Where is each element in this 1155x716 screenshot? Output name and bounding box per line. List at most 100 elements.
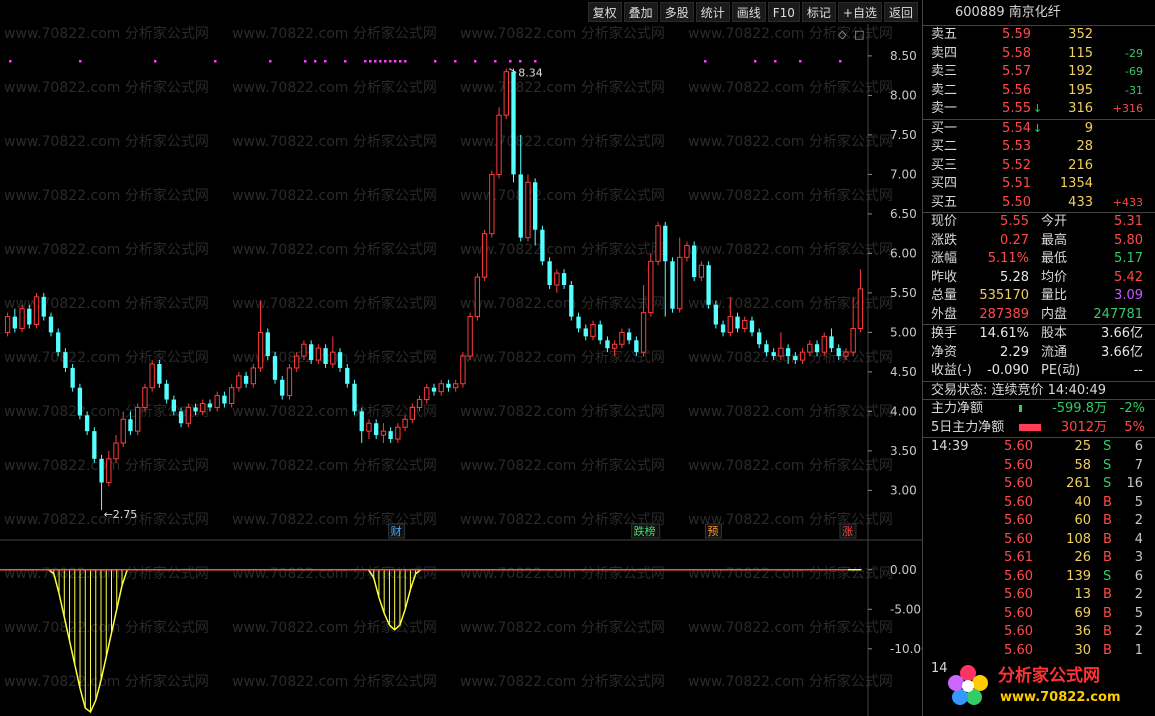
price-tick-label: 6.00 xyxy=(890,246,917,260)
candle-body xyxy=(583,328,588,337)
event-tag[interactable]: 财 xyxy=(391,524,402,538)
event-tag[interactable]: 预 xyxy=(707,525,718,538)
tick-volume: 26 xyxy=(1074,550,1091,565)
candle-body xyxy=(4,316,11,333)
diamond-icon[interactable]: ◇ xyxy=(838,28,847,41)
asks-level[interactable]: 卖一 5.55 ↓ 316 +316 xyxy=(923,100,1155,119)
tick-price: 5.60 xyxy=(1004,624,1033,639)
bids-level[interactable]: 买一 5.54 ↓ 9 xyxy=(923,120,1155,139)
toolbar-button-1[interactable]: 叠加 xyxy=(623,2,658,22)
bids-level[interactable]: 买四 5.51 1354 xyxy=(923,175,1155,194)
watermark-text: www.70822.com 分析家公式网 xyxy=(688,79,893,96)
candle-body xyxy=(164,383,169,400)
candle-body xyxy=(742,320,748,329)
candle xyxy=(677,237,683,313)
stock-title: 600889 南京化纤 xyxy=(923,0,1155,26)
candle xyxy=(533,178,538,246)
candle-body xyxy=(677,256,683,310)
candle-body xyxy=(380,430,387,436)
watermark-text: www.70822.com 分析家公式网 xyxy=(460,295,665,312)
quote-value: 5.11% xyxy=(987,251,1029,266)
logo-title: 分析家公式网 xyxy=(998,665,1100,686)
bids-label: 买五 xyxy=(931,194,958,210)
asks-level[interactable]: 卖二 5.56 195 -31 xyxy=(923,82,1155,101)
fundamental-value: 3.66亿 xyxy=(1101,326,1143,341)
watermark-text: www.70822.com 分析家公式网 xyxy=(688,241,893,258)
toolbar-button-0[interactable]: 复权 xyxy=(587,2,622,22)
candle-body xyxy=(222,395,227,404)
candle-body xyxy=(92,431,97,459)
bids-volume: 1354 xyxy=(1059,176,1093,191)
bids-label: 买四 xyxy=(931,176,958,191)
tick-list[interactable]: 14:39 5.60 25 S 6 5.60 58 S 7 5.60 261 S 16 5.60 40 B 5 5… xyxy=(923,437,1155,679)
candle-body xyxy=(431,387,437,392)
signal-marker xyxy=(394,60,397,63)
candle-body xyxy=(120,418,126,444)
candle-body xyxy=(366,422,372,432)
tick-volume: 30 xyxy=(1074,642,1091,658)
candle-body xyxy=(511,71,516,175)
signal-marker xyxy=(324,60,327,63)
toolbar-button-7[interactable]: +自选 xyxy=(837,2,882,22)
asks-level[interactable]: 卖四 5.58 115 -29 xyxy=(923,45,1155,64)
candle-body xyxy=(547,261,552,285)
quote-value: 247781 xyxy=(1093,306,1143,322)
candle-body xyxy=(857,288,864,329)
tick-price: 5.60 xyxy=(1004,513,1033,528)
signal-marker xyxy=(314,60,317,63)
candle-body xyxy=(496,114,502,175)
candle-body xyxy=(113,442,119,460)
candle-body xyxy=(481,233,488,278)
event-tag[interactable]: 跌榜 xyxy=(634,524,656,538)
price-tick-label: 5.50 xyxy=(890,286,917,300)
price-tick-label: 6.50 xyxy=(890,207,917,221)
tick-row: 5.60 58 S 7 xyxy=(923,457,1155,476)
signal-marker xyxy=(214,60,217,63)
bids-level[interactable]: 买三 5.52 216 xyxy=(923,157,1155,176)
tick-price: 5.61 xyxy=(1004,550,1033,565)
tick-direction: B xyxy=(1103,587,1112,602)
candle-body xyxy=(850,327,856,353)
toolbar-button-3[interactable]: 统计 xyxy=(695,2,730,22)
chart-canvas[interactable]: www.70822.com 分析家公式网 www.70822.com 分析家公式网… xyxy=(0,24,922,716)
candle-body xyxy=(257,331,264,369)
watermark-text: www.70822.com 分析家公式网 xyxy=(232,673,437,690)
bids-label: 买二 xyxy=(931,139,958,154)
candle-body xyxy=(19,308,25,329)
bids-level[interactable]: 买五 5.50 433 +433 xyxy=(923,194,1155,213)
toolbar-button-5[interactable]: F10 xyxy=(767,2,800,22)
tick-row: 5.60 40 B 5 xyxy=(923,494,1155,513)
candle xyxy=(460,352,466,388)
tick-price: 5.60 xyxy=(1004,439,1033,454)
quote-row: 涨幅 5.11% 最低 5.17 xyxy=(923,250,1155,269)
signal-marker xyxy=(434,60,437,63)
asks-price: 5.56 xyxy=(1002,82,1031,98)
toolbar-button-4[interactable]: 画线 xyxy=(731,2,766,22)
trade-status-text: 交易状态: 连续竞价 14:40:49 xyxy=(931,382,1107,398)
candle-body xyxy=(33,296,40,326)
toolbar-button-8[interactable]: 返回 xyxy=(883,2,918,22)
kline-chart[interactable]: www.70822.com 分析家公式网 www.70822.com 分析家公式网… xyxy=(0,24,922,716)
tick-volume: 40 xyxy=(1074,494,1091,510)
price-tick-label: 8.50 xyxy=(890,49,917,63)
asks-level[interactable]: 卖五 5.59 352 xyxy=(923,26,1155,45)
candle-body xyxy=(106,458,112,483)
event-tag[interactable]: 涨 xyxy=(842,525,853,538)
candle-body xyxy=(771,352,776,357)
watermark-text: www.70822.com 分析家公式网 xyxy=(460,457,665,474)
quote-value: 5.42 xyxy=(1114,269,1143,285)
asks-level[interactable]: 卖三 5.57 192 -69 xyxy=(923,63,1155,82)
candle xyxy=(706,261,711,309)
quote-value: 287389 xyxy=(979,306,1029,322)
candle-body xyxy=(474,276,481,318)
candle xyxy=(228,383,235,408)
candle-body xyxy=(829,336,834,349)
tick-direction: B xyxy=(1103,494,1112,510)
toolbar-button-6[interactable]: 标记 xyxy=(801,2,836,22)
toolbar-button-2[interactable]: 多股 xyxy=(659,2,694,22)
bids-level[interactable]: 买二 5.53 28 xyxy=(923,138,1155,157)
candle-body xyxy=(446,383,451,388)
square-icon[interactable]: □ xyxy=(854,28,864,41)
candle xyxy=(142,383,148,412)
candle-body xyxy=(409,406,415,420)
